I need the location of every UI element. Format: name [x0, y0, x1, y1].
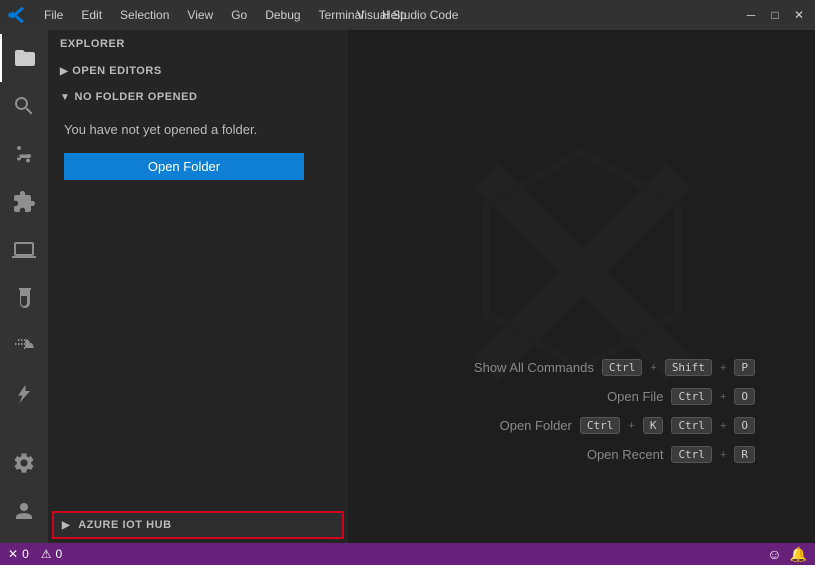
kbd-ctrl-2: Ctrl: [671, 388, 712, 405]
titlebar: File Edit Selection View Go Debug Termin…: [0, 0, 815, 30]
open-folder-button[interactable]: Open Folder: [64, 153, 304, 180]
shortcut-container: Show All Commands Ctrl + Shift + P Open …: [474, 359, 755, 463]
smiley-icon: ☺: [767, 546, 781, 562]
warning-count: 0: [56, 547, 63, 561]
open-editors-label: Open Editors: [72, 65, 162, 77]
menu-file[interactable]: File: [36, 6, 71, 24]
docker-icon: [12, 334, 36, 358]
maximize-button[interactable]: □: [767, 7, 783, 23]
kbd-p: P: [734, 359, 755, 376]
statusbar-errors[interactable]: ✕ 0: [8, 547, 29, 561]
no-folder-header[interactable]: ▼ No Folder Opened: [48, 88, 348, 106]
activity-bar: [0, 30, 48, 543]
kbd-ctrl-3: Ctrl: [580, 417, 621, 434]
sidebar: Explorer ▶ Open Editors ▼ No Folder Open…: [48, 30, 348, 543]
activity-extensions[interactable]: [0, 178, 48, 226]
main-area: Explorer ▶ Open Editors ▼ No Folder Open…: [0, 30, 815, 543]
statusbar-right: ☺ 🔔: [767, 546, 807, 563]
bell-icon: 🔔: [790, 546, 807, 563]
activity-azure[interactable]: [0, 370, 48, 418]
sidebar-header: Explorer: [48, 30, 348, 58]
kbd-o: O: [734, 388, 755, 405]
statusbar: ✕ 0 ⚠ 0 ☺ 🔔: [0, 543, 815, 565]
titlebar-left: File Edit Selection View Go Debug Termin…: [8, 6, 415, 24]
menu-edit[interactable]: Edit: [73, 6, 110, 24]
beaker-icon: [12, 286, 36, 310]
vscode-logo-icon: [8, 6, 26, 24]
no-folder-text: You have not yet opened a folder.: [64, 122, 332, 137]
kbd-r: R: [734, 446, 755, 463]
error-count: 0: [22, 547, 29, 561]
smiley-button[interactable]: ☺: [767, 546, 781, 562]
shortcut-label-show-all: Show All Commands: [474, 360, 594, 375]
no-folder-label: No Folder Opened: [74, 91, 197, 103]
warning-icon: ⚠: [41, 547, 52, 561]
close-button[interactable]: ✕: [791, 7, 807, 23]
iot-hub-label: AZURE IOT HUB: [78, 519, 171, 531]
error-icon: ✕: [8, 547, 18, 561]
kbd-shift: Shift: [665, 359, 712, 376]
kbd-ctrl-1: Ctrl: [602, 359, 643, 376]
search-icon: [12, 94, 36, 118]
minimize-button[interactable]: ─: [743, 7, 759, 23]
source-control-icon: [12, 142, 36, 166]
files-icon: [13, 46, 37, 70]
open-editors-section: ▶ Open Editors: [48, 58, 348, 84]
activity-explorer[interactable]: [0, 34, 48, 82]
shortcut-label-open-file: Open File: [607, 389, 663, 404]
shortcut-open-folder: Open Folder Ctrl + K Ctrl + O: [474, 417, 755, 434]
titlebar-title: Visual Studio Code: [357, 8, 459, 22]
kbd-ctrl-5: Ctrl: [671, 446, 712, 463]
editor-area: Show All Commands Ctrl + Shift + P Open …: [348, 30, 815, 543]
iot-hub-chevron: ▶: [62, 520, 70, 531]
statusbar-left: ✕ 0 ⚠ 0: [8, 547, 62, 561]
titlebar-controls: ─ □ ✕: [743, 7, 807, 23]
azure-icon: [12, 382, 36, 406]
bell-button[interactable]: 🔔: [790, 546, 807, 563]
iot-hub-header[interactable]: ▶ AZURE IOT HUB: [54, 513, 342, 537]
shortcut-label-open-folder: Open Folder: [500, 418, 572, 433]
activity-accounts[interactable]: [0, 487, 48, 535]
kbd-ctrl-4: Ctrl: [671, 417, 712, 434]
iot-hub-section: ▶ AZURE IOT HUB: [52, 511, 344, 539]
activity-source-control[interactable]: [0, 130, 48, 178]
open-editors-header[interactable]: ▶ Open Editors: [48, 62, 348, 80]
activity-remote[interactable]: [0, 226, 48, 274]
open-editors-chevron: ▶: [60, 66, 68, 77]
kbd-o2: O: [734, 417, 755, 434]
accounts-icon: [12, 499, 36, 523]
activity-docker[interactable]: [0, 322, 48, 370]
remote-icon: [12, 238, 36, 262]
no-folder-chevron: ▼: [60, 92, 70, 103]
kbd-k: K: [643, 417, 664, 434]
shortcut-label-open-recent: Open Recent: [587, 447, 664, 462]
activity-bottom: [0, 439, 48, 543]
menu-selection[interactable]: Selection: [112, 6, 177, 24]
menu-go[interactable]: Go: [223, 6, 255, 24]
sidebar-content: You have not yet opened a folder. Open F…: [48, 106, 348, 196]
shortcut-open-recent: Open Recent Ctrl + R: [474, 446, 755, 463]
vscode-watermark: [462, 140, 702, 385]
menu-debug[interactable]: Debug: [257, 6, 308, 24]
no-folder-section: ▼ No Folder Opened You have not yet open…: [48, 84, 348, 200]
activity-search[interactable]: [0, 82, 48, 130]
shortcut-show-all-commands: Show All Commands Ctrl + Shift + P: [474, 359, 755, 376]
activity-settings[interactable]: [0, 439, 48, 487]
gear-icon: [12, 451, 36, 475]
extensions-icon: [12, 190, 36, 214]
menu-view[interactable]: View: [179, 6, 221, 24]
shortcut-open-file: Open File Ctrl + O: [474, 388, 755, 405]
activity-test[interactable]: [0, 274, 48, 322]
statusbar-warnings[interactable]: ⚠ 0: [41, 547, 62, 561]
